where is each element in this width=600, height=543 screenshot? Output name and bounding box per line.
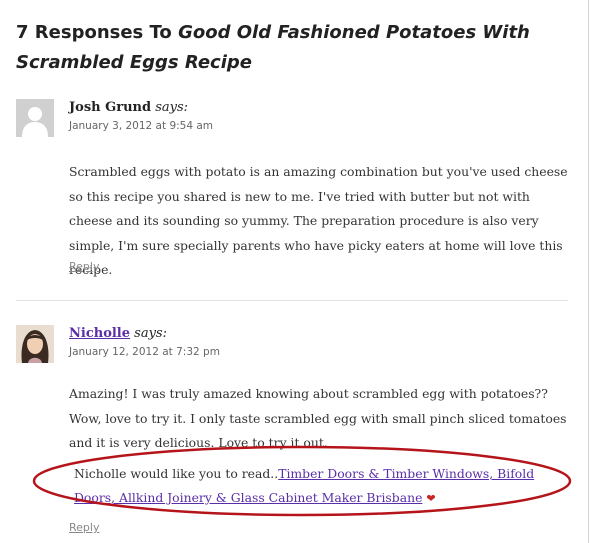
highlight-ellipse-annotation	[32, 445, 572, 517]
content-right-border	[588, 0, 589, 543]
comments-heading-prefix: 7 Responses To	[16, 22, 179, 43]
reply-link[interactable]: Reply	[69, 260, 99, 273]
comment-author-line: Josh Grund says:	[69, 99, 188, 117]
comment-josh-grund: Josh Grund says: January 3, 2012 at 9:54…	[16, 99, 568, 279]
says-label: says:	[155, 100, 189, 115]
comment-text: Scrambled eggs with potato is an amazing…	[69, 164, 568, 277]
comment-author-link[interactable]: Nicholle	[69, 326, 130, 341]
reply-link[interactable]: Reply	[69, 521, 99, 534]
default-avatar-icon	[16, 99, 54, 137]
comment-divider	[16, 300, 568, 301]
comment-date-link[interactable]: January 3, 2012 at 9:54 am	[69, 120, 213, 132]
comment-author: Josh Grund	[69, 100, 152, 115]
comment-date-link[interactable]: January 12, 2012 at 7:32 pm	[69, 346, 220, 358]
comment-author-line: Nicholle says:	[69, 325, 167, 343]
user-avatar	[16, 325, 54, 363]
comments-heading: 7 Responses To Good Old Fashioned Potato…	[16, 18, 576, 78]
says-label: says:	[134, 326, 167, 341]
